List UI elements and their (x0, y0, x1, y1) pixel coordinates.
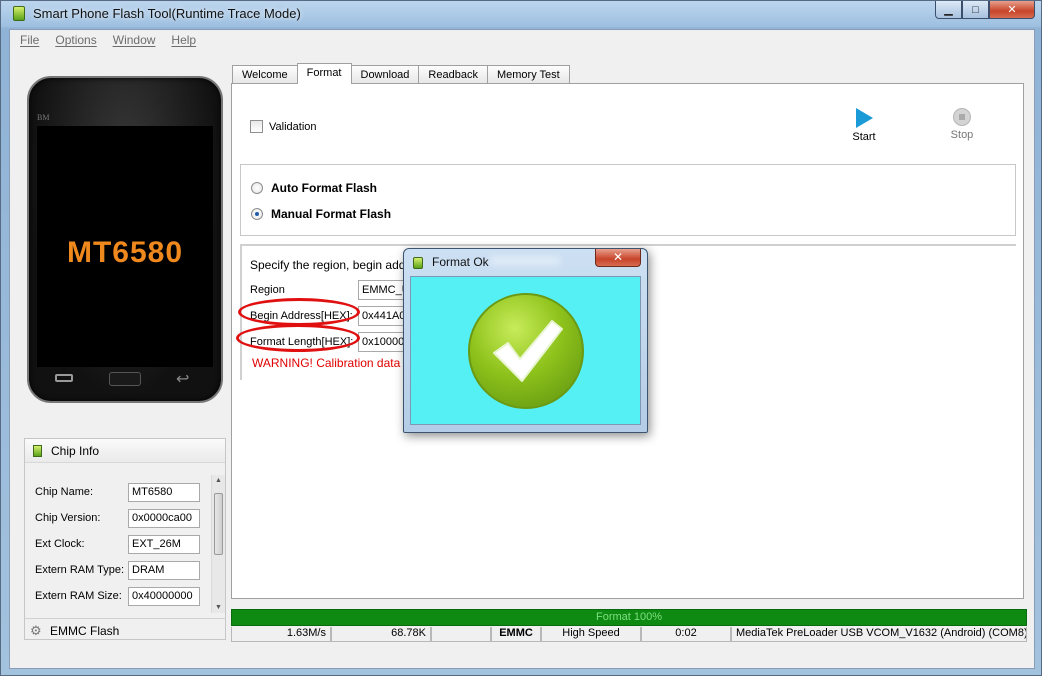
chip-row-value[interactable]: 0x40000000 (128, 587, 200, 606)
chip-row-label: Ext Clock: (35, 538, 85, 550)
phone-back-icon: ↩ (176, 371, 190, 388)
manual-format-label: Manual Format Flash (271, 207, 392, 221)
dialog-close-button[interactable]: ✕ (595, 249, 641, 267)
status-size: 68.78K (331, 627, 431, 642)
chip-row-value[interactable]: DRAM (128, 561, 200, 580)
tab-bar: Welcome Format Download Readback Memory … (232, 63, 570, 84)
scroll-down-icon[interactable]: ▼ (215, 604, 222, 611)
start-label: Start (852, 131, 876, 143)
tab-welcome[interactable]: Welcome (232, 65, 298, 84)
chip-row-value[interactable]: MT6580 (128, 483, 200, 502)
calibration-warning: WARNING! Calibration data (252, 356, 401, 370)
app-icon (13, 6, 25, 21)
chip-info-list: Chip Name: MT6580 Chip Version: 0x0000ca… (25, 475, 211, 613)
auto-format-option[interactable]: Auto Format Flash (251, 181, 377, 195)
phone-model: MT6580 (66, 236, 184, 269)
chip-row-label: Chip Version: (35, 512, 101, 524)
chip-row-label: Extern RAM Size: (35, 590, 122, 602)
highlight-ellipse (238, 298, 360, 326)
chip-row-value[interactable]: EXT_26M (128, 535, 200, 554)
chip-row-label: Chip Name: (35, 486, 94, 498)
status-empty (431, 627, 491, 642)
status-port: MediaTek PreLoader USB VCOM_V1632 (Andro… (731, 627, 1027, 642)
chip-info-header[interactable]: Chip Info (25, 439, 225, 463)
tab-readback[interactable]: Readback (418, 65, 488, 84)
dialog-app-icon (413, 257, 423, 269)
menu-help[interactable]: Help (171, 33, 196, 47)
chip-row: Extern RAM Size: 0x40000000 (35, 587, 211, 607)
chip-info-icon (33, 445, 42, 457)
status-storage: EMMC (491, 627, 541, 642)
status-time: 0:02 (641, 627, 731, 642)
window-controls: ▁ □ ✕ (935, 1, 1035, 19)
tab-format[interactable]: Format (296, 63, 352, 84)
region-row: Region EMMC_U (250, 280, 518, 300)
minimize-button[interactable]: ▁ (935, 1, 962, 19)
status-speed: 1.63M/s (231, 627, 331, 642)
status-bar: 1.63M/s 68.78K EMMC High Speed 0:02 Medi… (231, 627, 1027, 642)
maximize-button[interactable]: □ (962, 1, 989, 19)
dialog-body (410, 276, 641, 425)
status-usb-speed: High Speed (541, 627, 641, 642)
emmc-flash-label: EMMC Flash (50, 624, 120, 638)
format-ok-dialog: Format Ok ✕ (403, 248, 648, 433)
play-icon (855, 108, 873, 128)
chip-row-label: Extern RAM Type: (35, 564, 125, 576)
window-title: Smart Phone Flash Tool(Runtime Trace Mod… (33, 6, 301, 21)
chip-row: Chip Version: 0x0000ca00 (35, 509, 211, 529)
stop-icon (953, 108, 971, 126)
chip-info-scrollbar[interactable]: ▲ ▼ (211, 475, 225, 613)
dialog-title-blur (490, 256, 560, 266)
validation-checkbox[interactable] (250, 120, 263, 133)
phone-brand: BM (37, 113, 50, 122)
scroll-thumb[interactable] (214, 493, 223, 555)
chip-row-value[interactable]: 0x0000ca00 (128, 509, 200, 528)
spec-text: Specify the region, begin addres (250, 258, 423, 272)
menu-file[interactable]: File (20, 33, 39, 47)
gear-icon: ⚙ (30, 623, 42, 638)
success-check-icon (468, 293, 584, 409)
auto-format-radio[interactable] (251, 182, 263, 194)
validation-label: Validation (269, 120, 317, 133)
phone-screen: MT6580 (37, 126, 213, 367)
chip-row: Extern RAM Type: DRAM (35, 561, 211, 581)
check-mark-icon (493, 320, 563, 382)
start-button[interactable]: Start (842, 108, 886, 143)
highlight-ellipse (236, 324, 360, 352)
tab-download[interactable]: Download (350, 65, 420, 84)
manual-format-radio[interactable] (251, 208, 263, 220)
phone-buttons: ↩ (29, 368, 221, 394)
tab-memory-test[interactable]: Memory Test (486, 65, 570, 84)
menu-window[interactable]: Window (113, 33, 156, 47)
close-button[interactable]: ✕ (989, 1, 1035, 19)
app-window: Smart Phone Flash Tool(Runtime Trace Mod… (0, 0, 1042, 676)
stop-label: Stop (950, 129, 974, 141)
auto-format-label: Auto Format Flash (271, 181, 378, 195)
stop-button[interactable]: Stop (940, 108, 984, 141)
format-mode-group: Auto Format Flash Manual Format Flash (240, 164, 1016, 236)
manual-format-option[interactable]: Manual Format Flash (251, 207, 391, 221)
phone-home-icon (109, 372, 141, 386)
chip-info-title: Chip Info (51, 444, 100, 458)
phone-image: BM MT6580 ↩ (27, 76, 223, 403)
chip-row: Ext Clock: EXT_26M (35, 535, 211, 555)
menu-options[interactable]: Options (55, 33, 96, 47)
title-bar[interactable]: Smart Phone Flash Tool(Runtime Trace Mod… (1, 1, 1041, 27)
dialog-title: Format Ok (432, 255, 489, 269)
chip-row: Chip Name: MT6580 (35, 483, 211, 503)
menu-bar: File Options Window Help (10, 30, 1034, 50)
scroll-up-icon[interactable]: ▲ (215, 477, 222, 484)
chip-info-panel: Chip Info Chip Name: MT6580 Chip Version… (24, 438, 226, 640)
validation-checkbox-row[interactable]: Validation (250, 120, 317, 133)
phone-menu-icon (55, 374, 73, 382)
emmc-flash-section[interactable]: ⚙ EMMC Flash (24, 618, 226, 642)
region-label: Region (250, 284, 285, 296)
progress-bar: Format 100% (231, 609, 1027, 626)
